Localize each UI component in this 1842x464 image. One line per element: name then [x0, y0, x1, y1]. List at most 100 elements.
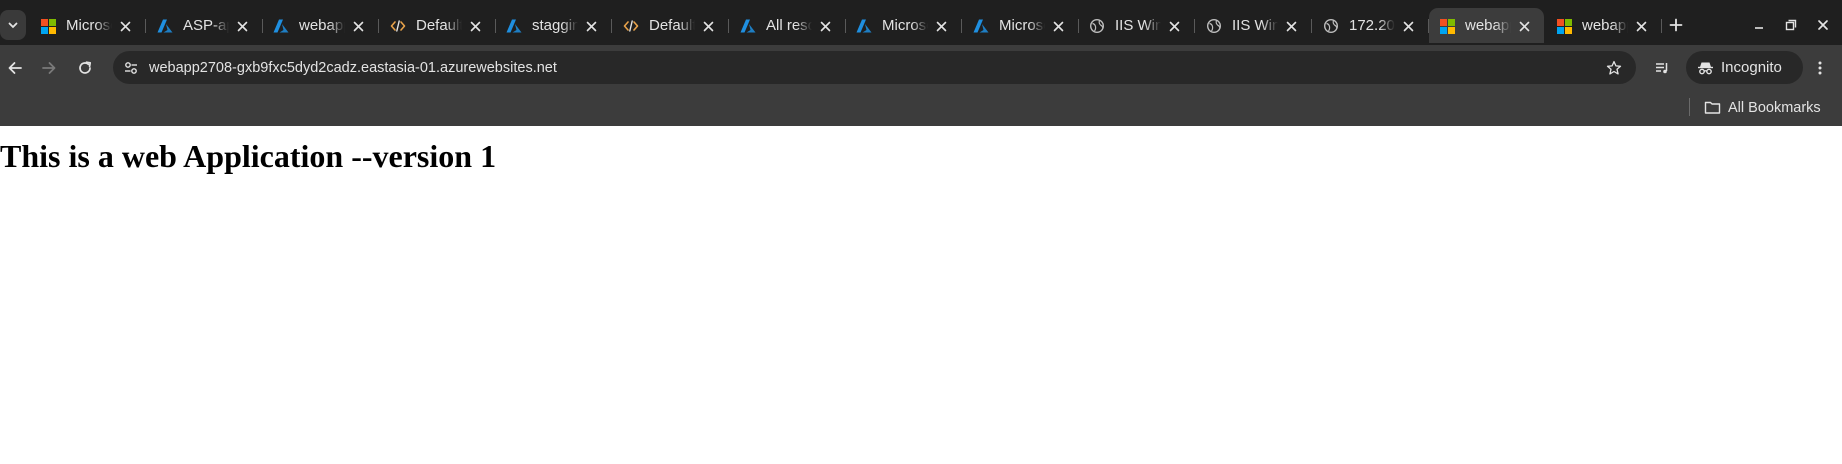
incognito-profile-chip[interactable]: Incognito	[1686, 51, 1803, 84]
tab-close-button[interactable]	[1281, 16, 1301, 36]
address-bar[interactable]: webapp2708-gxb9fxc5dyd2cadz.eastasia-01.…	[113, 51, 1636, 84]
page-content: This is a web Application --version 1	[0, 126, 1842, 464]
tab-close-button[interactable]	[115, 16, 135, 36]
azure-icon	[856, 18, 872, 34]
tab[interactable]: webapp	[263, 8, 379, 43]
arrow-right-icon	[42, 62, 56, 74]
arrow-left-icon	[8, 62, 22, 74]
tab[interactable]: IIS Windows	[1079, 8, 1195, 43]
site-info-button[interactable]	[121, 58, 141, 78]
code-icon	[390, 18, 406, 34]
menu-button[interactable]	[1805, 53, 1835, 83]
microsoft-logo-icon	[40, 18, 56, 34]
bookmarks-bar: All Bookmarks	[0, 90, 1842, 126]
reload-button[interactable]	[70, 53, 100, 83]
url-text[interactable]: webapp2708-gxb9fxc5dyd2cadz.eastasia-01.…	[149, 59, 557, 77]
tab-title: All resources	[766, 17, 812, 34]
tab-close-button[interactable]	[465, 16, 485, 36]
tab-title: Default	[416, 17, 462, 34]
tab-close-button[interactable]	[815, 16, 835, 36]
more-vertical-icon	[1818, 61, 1822, 75]
tab-title: staggin	[532, 17, 578, 34]
azure-icon	[740, 18, 756, 34]
restore-button[interactable]	[1775, 12, 1807, 38]
forward-button[interactable]	[34, 53, 64, 83]
tab-close-button[interactable]	[232, 16, 252, 36]
restore-icon	[1785, 19, 1797, 31]
globe-icon	[1089, 18, 1105, 34]
all-bookmarks-label: All Bookmarks	[1728, 100, 1821, 116]
tab-title: webapp	[1582, 17, 1628, 34]
tab-title: Microsoft	[882, 17, 928, 34]
minimize-icon	[1755, 27, 1763, 29]
tab[interactable]: IIS Windows	[1196, 8, 1312, 43]
tab[interactable]: Microsoft	[963, 8, 1079, 43]
tab-close-button[interactable]	[698, 16, 718, 36]
tab-close-button[interactable]	[1398, 16, 1418, 36]
tab-separator	[1661, 19, 1662, 33]
reload-icon	[79, 61, 92, 74]
tab-close-button[interactable]	[348, 16, 368, 36]
microsoft-logo-icon	[1439, 18, 1455, 34]
azure-icon	[273, 18, 289, 34]
tab-title: webapp	[299, 17, 345, 34]
bookmarks-separator	[1689, 98, 1690, 116]
tab[interactable]: Microsoft	[30, 8, 146, 43]
profile-label: Incognito	[1721, 59, 1782, 76]
tab-title: IIS Windows	[1232, 17, 1278, 34]
tab-close-button[interactable]	[581, 16, 601, 36]
bookmark-star-button[interactable]	[1604, 58, 1624, 78]
new-tab-button[interactable]	[1663, 12, 1689, 38]
tune-icon	[125, 62, 137, 74]
tab-close-button[interactable]	[1048, 16, 1068, 36]
tab-close-button[interactable]	[1631, 16, 1651, 36]
tab-separator	[145, 19, 146, 33]
tab-search-button[interactable]	[0, 10, 26, 40]
tab-close-button[interactable]	[1164, 16, 1184, 36]
tab-title: Microsoft	[66, 17, 112, 34]
tab-separator	[728, 19, 729, 33]
close-icon	[1818, 20, 1828, 30]
microsoft-logo-icon	[1556, 18, 1572, 34]
tab-title: IIS Windows	[1115, 17, 1161, 34]
close-window-button[interactable]	[1807, 12, 1839, 38]
back-button[interactable]	[0, 53, 30, 83]
media-controls-button[interactable]	[1647, 53, 1677, 83]
azure-icon	[506, 18, 522, 34]
tab-separator	[1311, 19, 1312, 33]
azure-icon	[157, 18, 173, 34]
plus-icon	[1669, 18, 1683, 32]
tab[interactable]: All resources	[730, 8, 846, 43]
code-icon	[623, 18, 639, 34]
tab[interactable]: Default	[380, 8, 496, 43]
tab-title: ASP-app	[183, 17, 229, 34]
tab[interactable]: staggin	[496, 8, 612, 43]
tab-separator	[1194, 19, 1195, 33]
tab-close-button[interactable]	[1514, 16, 1534, 36]
tab[interactable]: Microsoft	[846, 8, 962, 43]
tab-title: 172.20	[1349, 17, 1395, 34]
tab[interactable]: ASP-app	[147, 8, 263, 43]
folder-icon	[1704, 101, 1721, 114]
tab-close-button[interactable]	[931, 16, 951, 36]
incognito-icon	[1696, 59, 1714, 77]
star-icon	[1606, 60, 1622, 75]
tab[interactable]: 172.20	[1313, 8, 1429, 43]
tab[interactable]: Default	[613, 8, 729, 43]
globe-icon	[1323, 18, 1339, 34]
globe-icon	[1206, 18, 1222, 34]
tab-title: Default	[649, 17, 695, 34]
queue-music-icon	[1656, 63, 1668, 74]
tab-active[interactable]: webapp	[1429, 8, 1544, 43]
tab-separator	[378, 19, 379, 33]
tab-title: Microsoft	[999, 17, 1045, 34]
page-heading: This is a web Application --version 1	[0, 138, 497, 174]
tab[interactable]: webapp	[1546, 8, 1662, 43]
azure-icon	[973, 18, 989, 34]
tab-separator	[961, 19, 962, 33]
browser-toolbar: webapp2708-gxb9fxc5dyd2cadz.eastasia-01.…	[0, 45, 1842, 90]
chevron-down-icon	[8, 22, 18, 29]
tab-title: webapp	[1465, 17, 1511, 34]
minimize-button[interactable]	[1743, 12, 1775, 38]
tab-strip: Microsoft ASP-app webapp Default staggin Defa…	[0, 0, 1842, 45]
